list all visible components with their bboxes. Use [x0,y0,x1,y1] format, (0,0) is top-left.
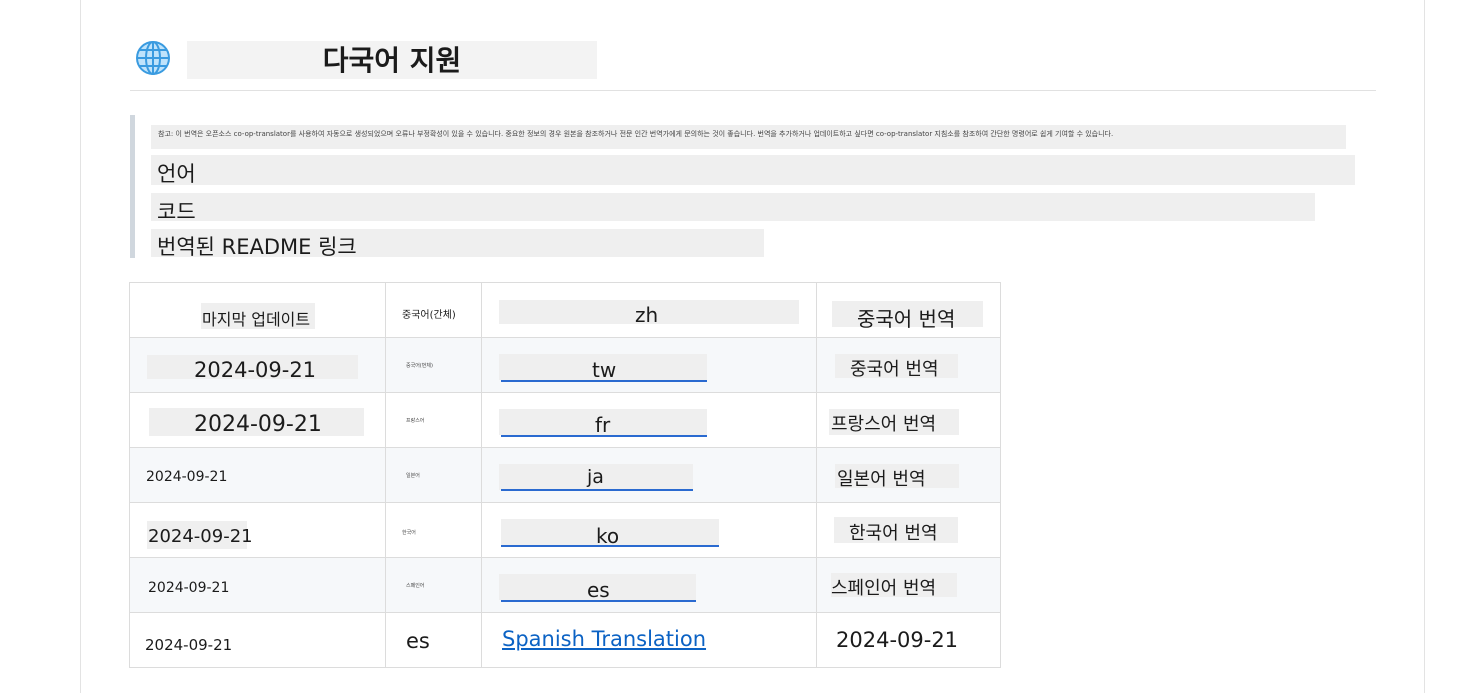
table-row: 2024-09-21 스페인어 es 스페인어 번역 [129,557,1001,613]
table-row: 2024-09-21 한국어 ko 한국어 번역 [129,502,1001,558]
last-updated-date: 2024-09-21 [148,526,253,547]
header-code: zh [635,303,659,327]
table-cell[interactable]: ja [481,447,817,503]
table-cell: 프랑스어 [385,392,482,448]
language-name: 일본어 [406,473,420,479]
note-item-code: 코드 [157,200,196,224]
last-updated-date: 2024-09-21 [146,469,228,485]
header-language: 중국어(간체) [402,310,456,321]
note-item-readme-link: 번역된 README 링크 [157,235,357,259]
language-code-link[interactable]: es [587,578,610,602]
table-cell[interactable]: 한국어 번역 [816,502,1001,558]
table-cell[interactable]: 프랑스어 번역 [816,392,1001,448]
translation-link[interactable]: 일본어 번역 [837,465,926,491]
last-updated-date: 2024-09-21 [194,412,322,437]
note-line-highlight [151,193,1315,221]
last-updated-date: 2024-09-21 [148,580,230,596]
table-cell: 2024-09-21 [129,557,386,613]
translation-link[interactable]: 중국어 번역 [850,355,939,381]
table-cell[interactable]: tw [481,337,817,393]
table-cell[interactable]: 일본어 번역 [816,447,1001,503]
table-cell[interactable]: 중국어 번역 [816,337,1001,393]
table-cell[interactable]: es [481,557,817,613]
language-code-link[interactable]: Spanish Translation [502,627,706,651]
section-heading: 다국어 지원 [130,36,1376,91]
globe-icon [136,41,170,75]
table-cell: 중국어(간체) [385,282,482,338]
blockquote-bar [130,115,135,258]
translation-link[interactable]: 프랑스어 번역 [831,410,936,436]
language-name: es [406,629,430,653]
last-updated-date: 2024-09-21 [194,358,317,382]
table-cell: 마지막 업데이트 [129,282,386,338]
table-cell[interactable]: 스페인어 번역 [816,557,1001,613]
last-updated-date: 2024-09-21 [145,636,233,654]
table-cell: 스페인어 [385,557,482,613]
table-cell: 2024-09-21 [129,502,386,558]
translation-link: 2024-09-21 [836,628,959,652]
language-name: 스페인어 [406,583,425,589]
header-translation-link: 중국어 번역 [857,307,956,331]
language-name: 프랑스어 [406,418,425,424]
language-code-link[interactable]: ja [587,466,604,488]
table-cell: es [385,612,482,668]
translation-link[interactable]: 스페인어 번역 [831,574,936,600]
translations-table: 마지막 업데이트 중국어(간체) zh 중국어 번역 2024-09-21 중국… [129,282,1001,668]
table-cell: 2024-09-21 [129,447,386,503]
table-cell: 2024-09-21 [129,337,386,393]
table-cell: 2024-09-21 [129,612,386,668]
page-title: 다국어 지원 [322,44,462,77]
language-name: 중국어(번체) [406,363,433,369]
translation-link[interactable]: 한국어 번역 [849,519,938,545]
table-cell: 2024-09-21 [816,612,1001,668]
language-code-link[interactable]: tw [592,358,616,382]
disclaimer-text: 참고: 이 번역은 오픈소스 co-op-translator를 사용하여 자동… [158,130,1114,138]
table-header-row: 마지막 업데이트 중국어(간체) zh 중국어 번역 [129,282,1001,338]
table-cell: 중국어(번체) [385,337,482,393]
table-row: 2024-09-21 es Spanish Translation 2024-0… [129,612,1001,668]
table-cell: 중국어 번역 [816,282,1001,338]
header-last-updated: 마지막 업데이트 [202,310,311,329]
table-row: 2024-09-21 중국어(번체) tw 중국어 번역 [129,337,1001,393]
translation-note: 참고: 이 번역은 오픈소스 co-op-translator를 사용하여 자동… [130,115,1380,259]
table-cell: zh [481,282,817,338]
table-row: 2024-09-21 프랑스어 fr 프랑스어 번역 [129,392,1001,448]
language-code-link[interactable]: fr [595,413,610,437]
table-cell[interactable]: fr [481,392,817,448]
note-line-highlight [151,155,1355,185]
table-cell: 한국어 [385,502,482,558]
table-cell[interactable]: ko [481,502,817,558]
table-cell[interactable]: Spanish Translation [481,612,817,668]
table-cell: 일본어 [385,447,482,503]
table-cell: 2024-09-21 [129,392,386,448]
table-row: 2024-09-21 일본어 ja 일본어 번역 [129,447,1001,503]
language-name: 한국어 [402,530,416,536]
note-item-language: 언어 [157,162,196,186]
